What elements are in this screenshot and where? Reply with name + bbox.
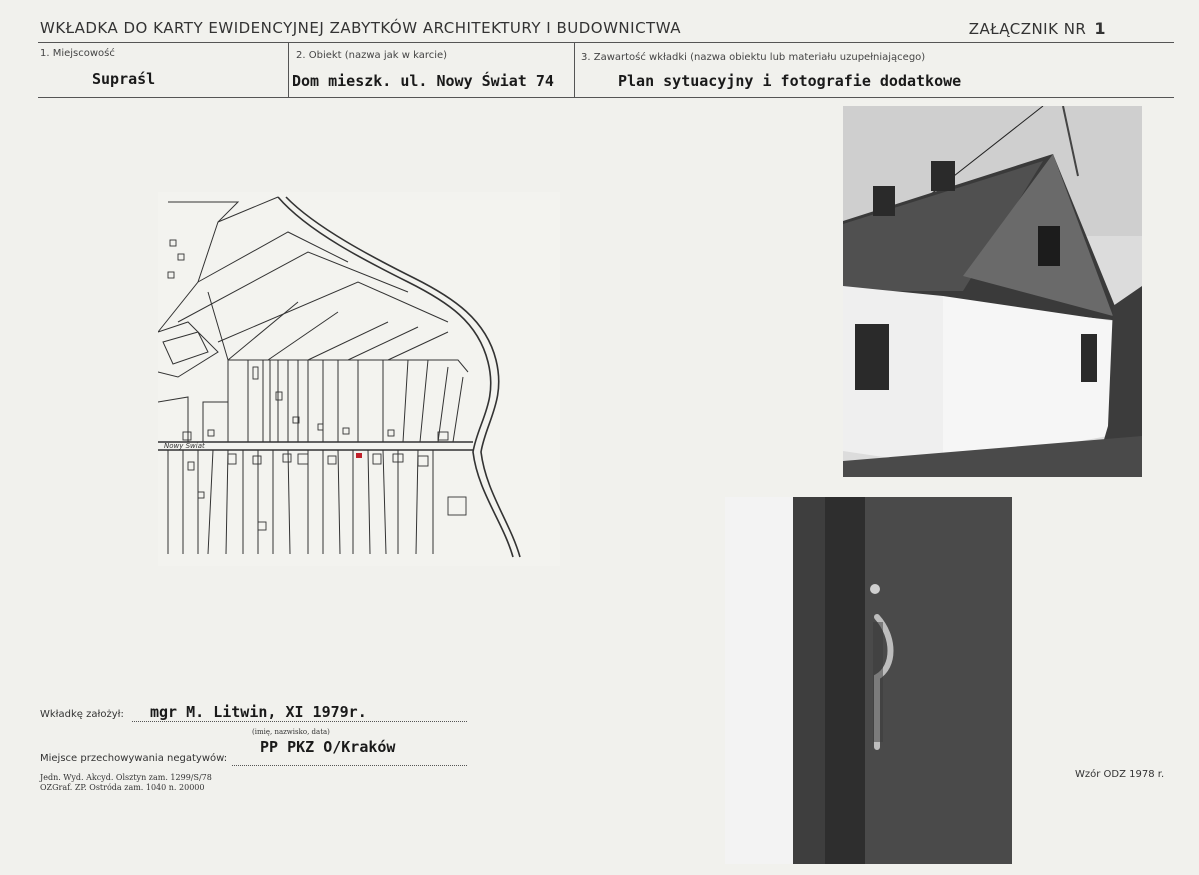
- object-label: 2. Obiekt (nazwa jak w karcie): [296, 50, 448, 61]
- street-label: Nowy Świat: [164, 441, 205, 450]
- author-value: mgr M. Litwin, XI 1979r.: [150, 703, 367, 721]
- print-line-2: OZGraf. ZP. Ostróda zam. 1040 n. 20000: [40, 783, 205, 792]
- fields-rule: [38, 97, 1174, 98]
- author-line: [132, 721, 467, 722]
- content-value: Plan sytuacyjny i fotografie dodatkowe: [618, 72, 962, 90]
- object-value: Dom mieszk. ul. Nowy Świat 74: [292, 72, 554, 90]
- print-line-1: Jedn. Wyd. Akcyd. Olsztyn zam. 1299/S/78: [40, 773, 212, 782]
- annex-label-text: ZAŁĄCZNIK NR: [968, 20, 1087, 38]
- field-divider-1: [288, 42, 289, 97]
- negatives-value: PP PKZ O/Kraków: [260, 738, 396, 756]
- annex-number: 1: [1094, 19, 1106, 38]
- author-label: Wkładkę założył:: [40, 709, 124, 720]
- place-value: Supraśl: [92, 70, 156, 88]
- annex-label: ZAŁĄCZNIK NR 1: [969, 19, 1106, 38]
- field-divider-2: [574, 42, 575, 97]
- content-label: 3. Zawartość wkładki (nazwa obiektu lub …: [581, 52, 926, 63]
- house-photo: [843, 106, 1142, 477]
- negatives-label: Miejsce przechowywania negatywów:: [40, 753, 228, 764]
- inventory-card: WKŁADKA DO KARTY EWIDENCYJNEJ ZABYTKÓW A…: [0, 0, 1199, 875]
- negatives-line: [232, 765, 467, 766]
- object-location-marker: [356, 453, 362, 458]
- form-model: Wzór ODZ 1978 r.: [1075, 769, 1165, 780]
- door-photo: [725, 497, 1012, 864]
- author-hint: (imię, nazwisko, data): [252, 728, 330, 736]
- site-plan-map: Nowy Świat: [158, 192, 560, 566]
- card-title: WKŁADKA DO KARTY EWIDENCYJNEJ ZABYTKÓW A…: [40, 19, 681, 37]
- place-label: 1. Miejscowość: [40, 48, 115, 59]
- header-rule: [38, 42, 1174, 43]
